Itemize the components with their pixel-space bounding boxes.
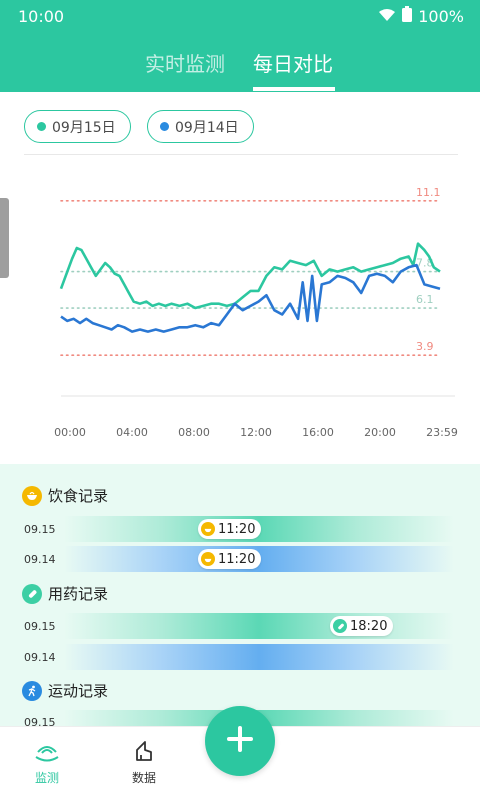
x-tick-label: 16:00 [302, 426, 334, 439]
x-tick-label: 12:00 [240, 426, 272, 439]
nav-item-monitor[interactable]: 监测 [22, 737, 72, 786]
marker-time: 11:20 [218, 521, 256, 537]
tab-bar: 实时监测 每日对比 [0, 44, 480, 92]
battery-icon [402, 6, 413, 26]
medication-record-label: 用药记录 [48, 585, 109, 603]
data-icon [119, 737, 169, 765]
medication-record-title: 用药记录 [22, 583, 108, 604]
tab-realtime[interactable]: 实时监测 [145, 48, 225, 77]
tab-daily-compare[interactable]: 每日对比 [253, 48, 333, 77]
status-time: 10:00 [18, 7, 65, 26]
date-chip-label: 09月15日 [52, 119, 116, 136]
x-tick-label: 20:00 [364, 426, 396, 439]
monitor-icon [22, 737, 72, 765]
bowl-icon [22, 485, 42, 506]
diet-record-label: 饮食记录 [48, 487, 109, 505]
wifi-icon [378, 7, 396, 26]
date-chip-0914[interactable]: 09月14日 [147, 110, 254, 143]
record-date-label: 09.15 [24, 620, 56, 633]
x-tick-label: 23:59 [426, 426, 458, 439]
pill-icon [22, 583, 42, 604]
medication-marker-0915[interactable]: 18:20 [330, 616, 394, 636]
glucose-comparison-chart: 11.17.86.13.900:00 04:00 08:00 12:00 16:00 20… [54, 186, 458, 439]
bowl-icon [201, 552, 215, 566]
app-screen: 10:00 100% 实时监测 每日对比 09月15日 09月14日 11.1 … [0, 0, 480, 800]
running-icon [22, 680, 42, 701]
date-chip-0915[interactable]: 09月15日 [24, 110, 131, 143]
marker-time: 11:20 [218, 551, 256, 567]
x-tick-label: 00:00 [54, 426, 86, 439]
series-dot-blue [160, 122, 169, 131]
plus-icon [224, 723, 256, 759]
date-chip-label: 09月14日 [175, 119, 239, 136]
reference-line-label: 6.1 [416, 293, 434, 306]
add-record-button[interactable] [205, 706, 275, 776]
active-tab-indicator [253, 87, 335, 91]
record-date-label: 09.15 [24, 523, 56, 536]
x-tick-label: 04:00 [116, 426, 148, 439]
nav-item-data[interactable]: 数据 [119, 737, 169, 786]
record-date-label: 09.14 [24, 651, 56, 664]
reference-line-label: 3.9 [416, 340, 434, 353]
record-date-label: 09.15 [24, 716, 56, 726]
divider [24, 154, 458, 155]
pill-icon [333, 619, 347, 633]
diet-marker-0914[interactable]: 11:20 [198, 549, 262, 569]
status-bar: 10:00 100% [0, 0, 480, 34]
exercise-record-title: 运动记录 [22, 680, 108, 701]
bowl-icon [201, 522, 215, 536]
exercise-record-label: 运动记录 [48, 682, 109, 700]
series-dot-green [37, 122, 46, 131]
header: 10:00 100% 实时监测 每日对比 [0, 0, 480, 92]
records-section: 饮食记录 09.15 11:20 09.14 11:20 用药记录 09.15 [0, 464, 480, 726]
diet-record-title: 饮食记录 [22, 485, 108, 506]
status-indicators: 100% [378, 6, 464, 26]
marker-time: 18:20 [350, 618, 388, 634]
medication-bar-0915[interactable] [64, 613, 454, 639]
x-tick-label: 08:00 [178, 426, 210, 439]
medication-bar-0914[interactable] [64, 644, 454, 670]
battery-percent: 100% [418, 6, 464, 26]
diet-marker-0915[interactable]: 11:20 [198, 519, 262, 539]
record-date-label: 09.14 [24, 553, 56, 566]
reference-line-label: 11.1 [416, 186, 441, 199]
nav-label-data: 数据 [131, 771, 156, 785]
nav-label-monitor: 监测 [34, 771, 59, 785]
